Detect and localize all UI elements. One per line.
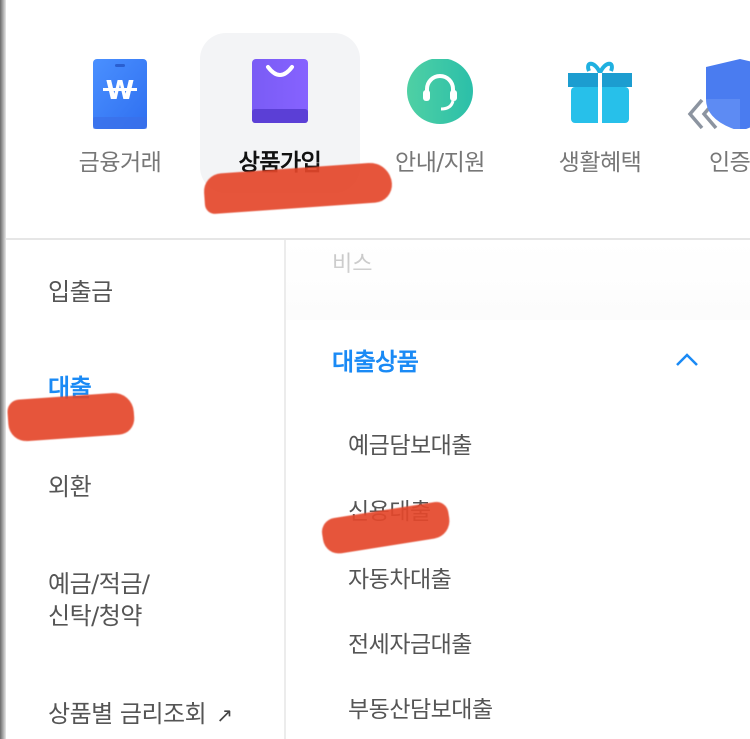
nav-label: 생활혜택 bbox=[558, 150, 642, 176]
scroll-fade-overlay bbox=[286, 240, 750, 320]
left-menu-item-label: 상품별 금리조회 bbox=[48, 700, 207, 728]
shopping-bag-icon bbox=[252, 59, 308, 123]
submenu-item-auto-loan[interactable]: 자동차대출 bbox=[348, 560, 452, 594]
submenu-item-deposit-secured-loan[interactable]: 예금담보대출 bbox=[348, 426, 472, 460]
external-link-icon: ↗ bbox=[216, 703, 233, 727]
submenu-item-real-estate-loan[interactable]: 부동산담보대출 bbox=[348, 690, 493, 724]
submenu-item-jeonse-loan[interactable]: 전세자금대출 bbox=[348, 625, 472, 659]
chevron-up-icon[interactable] bbox=[674, 350, 700, 370]
left-menu-item-foreign-exchange[interactable]: 외환 bbox=[48, 471, 92, 503]
nav-label: 금융거래 bbox=[78, 150, 162, 176]
nav-item-financial-transactions[interactable]: W 금융거래 bbox=[40, 33, 200, 193]
headset-icon bbox=[407, 59, 473, 124]
nav-label: 인증 bbox=[709, 150, 750, 176]
gift-icon bbox=[568, 61, 632, 123]
screen-edge-shadow bbox=[0, 0, 6, 739]
left-menu-item-label-line2: 신탁/청약 bbox=[48, 602, 142, 630]
section-title-loan-products[interactable]: 대출상품 bbox=[332, 342, 419, 377]
nav-item-life-benefits[interactable]: 생활혜택 bbox=[520, 33, 680, 193]
shield-icon bbox=[706, 59, 750, 129]
nav-item-authentication[interactable]: 인증 bbox=[680, 33, 750, 193]
submenu-panel: 비스 대출상품 예금담보대출 신용대출 자동차대출 전세자금대출 부동산담보대출 bbox=[286, 240, 750, 739]
left-menu-item-savings[interactable]: 예금/적금/ 신탁/청약 bbox=[48, 568, 150, 632]
left-menu-item-label-line1: 예금/적금/ bbox=[48, 570, 150, 598]
left-menu-item-rate-lookup[interactable]: 상품별 금리조회 ↗ bbox=[48, 698, 233, 731]
annotation-highlight-stroke bbox=[6, 391, 136, 443]
wallet-won-icon: W bbox=[93, 59, 147, 129]
top-category-nav: W 금융거래 상품가입 안내/지원 생활혜택 인증 bbox=[0, 0, 750, 240]
left-category-menu: 입출금 대출 외환 예금/적금/ 신탁/청약 상품별 금리조회 ↗ bbox=[0, 240, 285, 739]
left-menu-item-deposit-withdrawal[interactable]: 입출금 bbox=[48, 276, 113, 308]
